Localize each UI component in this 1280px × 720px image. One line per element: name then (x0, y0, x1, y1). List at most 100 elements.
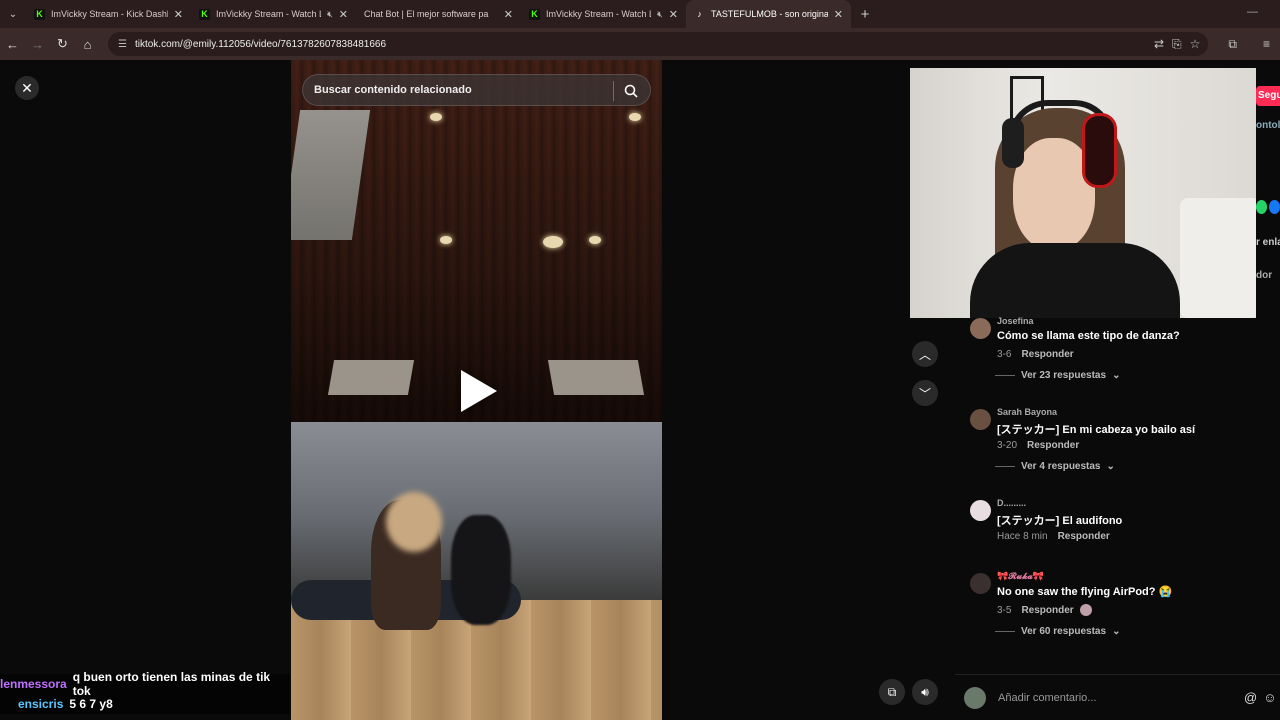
previous-video-chevron-up-icon[interactable]: ︿ (912, 341, 938, 367)
copy-link-label[interactable]: r enla (1256, 237, 1280, 248)
close-icon[interactable]: ✕ (15, 76, 39, 100)
comment-username[interactable]: D......... (997, 498, 1257, 510)
mute-icon[interactable]: 🔇︎ (657, 9, 663, 20)
profile-menu-icon[interactable]: ≡ (1263, 37, 1270, 51)
mention-icon[interactable]: @ (1244, 690, 1257, 705)
address-bar: ← → ↻ ⌂ ☰ tiktok.com/@emily.112056/video… (0, 28, 1280, 60)
video-player[interactable]: Buscar contenido relacionado (291, 60, 662, 720)
browser-tab-4[interactable]: K ImVickky Stream - Watch Li 🔇︎ ✕ (521, 0, 686, 28)
search-divider (613, 81, 614, 101)
view-replies-button[interactable]: Ver 4 respuestas ⌄ (995, 461, 1257, 472)
reply-button[interactable]: Responder (1021, 605, 1073, 616)
comment-date: 3-6 (997, 349, 1012, 360)
headset-ear-left (1002, 118, 1024, 168)
related-search-input[interactable]: Buscar contenido relacionado (302, 74, 651, 106)
comment-text: Cómo se llama este tipo de danza? (997, 330, 1180, 342)
comment-username[interactable]: Josefina (997, 316, 1257, 328)
avatar[interactable] (970, 500, 991, 521)
ceiling-light (440, 236, 452, 244)
tab-close-icon[interactable]: ✕ (669, 8, 678, 21)
tab-title: TASTEFULMOB - son original | T (711, 9, 828, 19)
chat-message: lenmessora q buen orto tienen las minas … (0, 670, 290, 698)
avatar[interactable] (970, 318, 991, 339)
tiktok-video-viewer: ✕ Buscar contenido relacionado ︿ ﹀ ⧉ 🔊︎ (0, 60, 1280, 720)
tab-title: ImVickky Stream - Watch Li (216, 9, 322, 19)
ceiling-light (589, 236, 601, 244)
comment-username[interactable]: Sarah Bayona (997, 407, 1257, 419)
view-replies-label: Ver 23 respuestas (1021, 370, 1107, 381)
browser-tab-5[interactable]: ♪ TASTEFULMOB - son original | T ✕ (686, 0, 851, 28)
tab-close-icon[interactable]: ✕ (339, 8, 348, 21)
avatar[interactable] (970, 409, 991, 430)
dancer-figure (451, 515, 511, 625)
ceiling-vent (327, 360, 415, 395)
browser-tab-3[interactable]: ◆ Chat Bot | El mejor software pa ✕ (356, 0, 521, 625)
view-replies-button[interactable]: Ver 60 respuestas ⌄ (995, 626, 1257, 637)
stream-chat-overlay: lenmessora q buen orto tienen las minas … (0, 670, 290, 714)
home-icon[interactable]: ⌂ (75, 28, 100, 60)
tiktok-icon: ♪ (697, 9, 702, 19)
comment-username[interactable]: 🎀𝓡𝓾𝓴𝓪🎀 (997, 571, 1257, 583)
browser-tab-2[interactable]: K ImVickky Stream - Watch Li 🔇︎ ✕ (191, 0, 356, 28)
avatar (964, 686, 986, 709)
new-tab-icon[interactable]: + (851, 6, 879, 23)
webcam-bed (1180, 198, 1256, 318)
translate-icon[interactable]: ⇄ (1154, 37, 1164, 51)
volume-icon[interactable]: 🔊︎ (912, 679, 938, 705)
reload-icon[interactable]: ↻ (50, 28, 75, 60)
comment-input[interactable]: Añadir comentario... (998, 683, 1238, 713)
comment-text: No one saw the flying AirPod? 😭 (997, 586, 1173, 598)
comment-input-placeholder: Añadir comentario... (998, 691, 1097, 704)
tab-title: ImVickky Stream - Kick Dashbo (51, 9, 168, 19)
address-bar-actions: ⇄ ⎘ ☆ ⧉ ≡ (1154, 28, 1280, 60)
tab-close-icon[interactable]: ✕ (834, 8, 843, 21)
ceiling-light (629, 113, 641, 121)
back-icon[interactable]: ← (0, 28, 25, 60)
comment-date: 3-5 (997, 604, 1012, 616)
chat-username: lenmessora (0, 677, 67, 691)
tab-close-icon[interactable]: ✕ (504, 8, 513, 21)
extensions-icon[interactable]: ⧉ (1228, 37, 1237, 52)
follow-button[interactable]: Segu (1256, 86, 1280, 106)
next-video-chevron-down-icon[interactable]: ﹀ (912, 380, 938, 406)
author-username[interactable]: ontoliv (1256, 120, 1280, 131)
browser-tab-1[interactable]: K ImVickky Stream - Kick Dashbo ✕ (26, 0, 191, 28)
headset-ear-right (1082, 113, 1117, 188)
comment-text: [ステッカー] En mi cabeza yo bailo así (997, 424, 1196, 436)
chevron-down-icon: ⌄ (1112, 370, 1121, 381)
reply-button[interactable]: Responder (1027, 440, 1079, 451)
comments-list[interactable]: Josefina Cómo se llama este tipo de danz… (968, 316, 1258, 662)
bookmark-star-icon[interactable]: ☆ (1190, 37, 1201, 51)
dancer-hair (386, 492, 442, 552)
view-replies-label: Ver 60 respuestas (1021, 626, 1107, 637)
whatsapp-icon[interactable] (1256, 200, 1267, 214)
webcam-streamer-body (970, 243, 1180, 318)
floating-player-icon[interactable]: ⧉ (879, 679, 905, 705)
tab-close-icon[interactable]: ✕ (174, 8, 183, 21)
comment-composer: Añadir comentario... @ ☺ (955, 674, 1280, 720)
view-replies-label: Ver 4 respuestas (1021, 461, 1101, 472)
reply-button[interactable]: Responder (1021, 349, 1073, 360)
mute-icon[interactable]: 🔇︎ (327, 9, 333, 20)
chevron-down-icon: ⌄ (1112, 626, 1121, 637)
chevron-down-icon: ⌄ (1106, 461, 1115, 472)
site-info-icon[interactable]: ☰ (118, 39, 127, 50)
kick-icon: K (199, 8, 210, 20)
play-icon[interactable] (461, 370, 497, 412)
reply-button[interactable]: Responder (1058, 531, 1110, 542)
chat-text: 5 6 7 y8 (69, 697, 113, 711)
forward-icon[interactable]: → (25, 28, 50, 60)
url-field[interactable]: ☰ tiktok.com/@emily.112056/video/7613782… (108, 32, 1208, 56)
view-replies-button[interactable]: Ver 23 respuestas ⌄ (995, 370, 1257, 381)
comment-text: [ステッカー] El audifono (997, 515, 1123, 527)
facebook-icon[interactable] (1269, 200, 1280, 214)
streamer-webcam-overlay (910, 68, 1256, 318)
install-app-icon[interactable]: ⎘ (1172, 37, 1182, 52)
peek-label: dor (1256, 270, 1273, 281)
search-icon[interactable] (622, 82, 640, 100)
avatar[interactable] (970, 573, 991, 594)
url-text: tiktok.com/@emily.112056/video/761378260… (134, 38, 387, 50)
minimize-icon[interactable]: — (1247, 6, 1258, 18)
tab-search-chevron-icon[interactable]: ⌄ (0, 0, 26, 28)
emoji-icon[interactable]: ☺ (1263, 690, 1276, 705)
